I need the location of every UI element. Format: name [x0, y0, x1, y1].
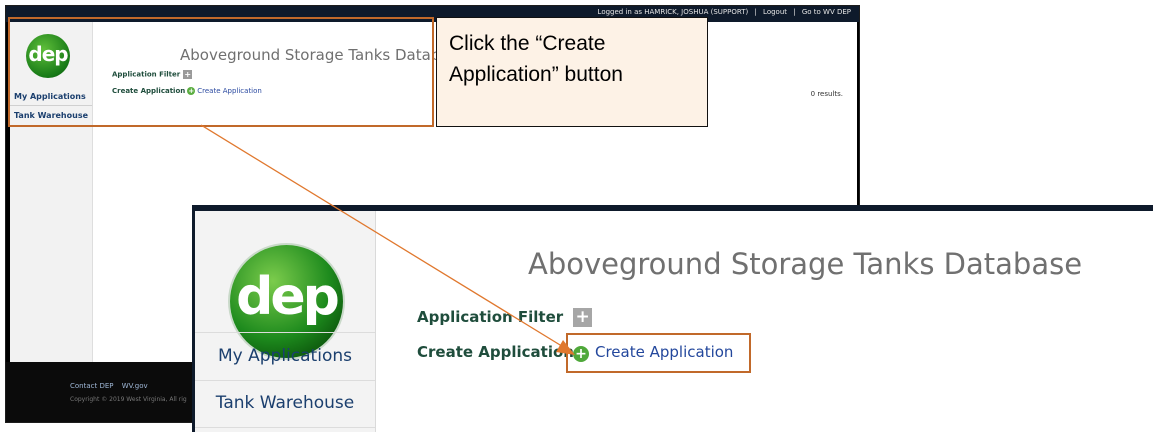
top-links: Logged in as HAMRICK, JOSHUA (SUPPORT) |…	[594, 8, 851, 16]
application-filter: Application Filter +	[417, 308, 593, 327]
results-count: 0 results.	[810, 90, 843, 98]
contact-dep-link[interactable]: Contact DEP	[70, 382, 114, 390]
highlight-box-small	[8, 17, 434, 127]
footer-links: Contact DEP WV.gov	[70, 382, 154, 390]
separator: |	[793, 8, 796, 16]
copyright-text: Copyright © 2019 West Virginia, All rig	[70, 396, 187, 403]
highlight-box-zoom	[566, 333, 751, 373]
logo-text: dep	[236, 267, 340, 327]
go-to-wvdep-link[interactable]: Go to WV DEP	[802, 8, 851, 16]
wvgov-link[interactable]: WV.gov	[122, 382, 148, 390]
zoomed-screenshot: dep My Applications Tank Warehouse Above…	[192, 205, 1153, 432]
sidebar-item-tank-warehouse[interactable]: Tank Warehouse	[195, 380, 375, 428]
expand-filter-icon[interactable]: +	[573, 308, 593, 327]
application-filter-label: Application Filter	[417, 308, 564, 326]
create-application-label: Create Application	[417, 343, 574, 361]
instruction-callout: Click the “Create Application” button	[436, 17, 708, 127]
logged-in-text: Logged in as HAMRICK, JOSHUA (SUPPORT)	[597, 8, 749, 16]
separator: |	[754, 8, 757, 16]
sidebar-item-my-applications[interactable]: My Applications	[195, 332, 375, 381]
page-title: Aboveground Storage Tanks Database	[528, 247, 1083, 281]
logout-link[interactable]: Logout	[763, 8, 787, 16]
